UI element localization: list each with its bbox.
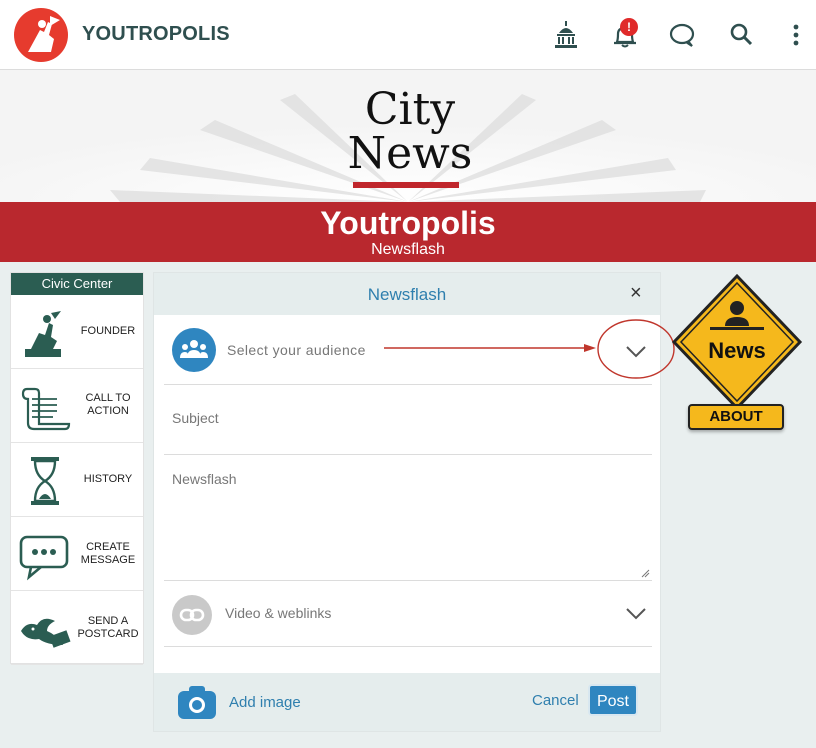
city-news-underline	[353, 182, 459, 188]
sidebar-item-label: CALL TO ACTION	[85, 392, 131, 417]
more-menu-icon[interactable]	[781, 20, 811, 50]
search-icon[interactable]	[727, 20, 757, 50]
close-icon[interactable]: ×	[630, 282, 642, 305]
link-icon	[172, 595, 212, 635]
newsflash-dialog: Newsflash × Select your audience Subject…	[153, 272, 661, 732]
subject-placeholder: Subject	[172, 410, 219, 426]
newsflash-placeholder: Newsflash	[172, 471, 237, 487]
sidebar-item-label: CREATE MESSAGE	[80, 541, 136, 566]
video-weblinks-label: Video & weblinks	[225, 605, 332, 621]
post-button[interactable]: Post	[588, 684, 638, 716]
sidebar-item-label: SEND A POSTCARD	[77, 615, 139, 640]
hourglass-icon	[17, 453, 73, 509]
sidebar-item-history[interactable]: HISTORY	[11, 443, 143, 517]
sidebar-item-label: HISTORY	[83, 473, 133, 485]
sidebar-item-create-message[interactable]: CREATE MESSAGE	[11, 517, 143, 591]
add-image-button[interactable]: Add image	[229, 694, 301, 711]
city-hall-icon[interactable]	[551, 20, 581, 50]
chat-icon[interactable]	[667, 20, 697, 50]
chat-bubble-icon	[17, 527, 73, 583]
camera-icon[interactable]	[176, 684, 218, 720]
resize-handle-icon[interactable]	[640, 568, 650, 578]
sidebar-item-label: FOUNDER	[80, 325, 136, 337]
city-news-line2: News	[347, 128, 473, 179]
chevron-down-icon[interactable]	[625, 607, 647, 621]
logo-icon[interactable]	[14, 8, 68, 62]
cancel-button[interactable]: Cancel	[532, 692, 579, 709]
scroll-icon	[17, 379, 73, 435]
red-title-band: Youtropolis Newsflash	[0, 202, 816, 262]
civic-center-sidebar: Civic Center FOUNDER CALL TO ACTION HISTO…	[10, 272, 144, 665]
chevron-down-icon[interactable]	[625, 345, 647, 359]
dialog-header: Newsflash ×	[154, 273, 660, 315]
subject-field[interactable]: Subject	[164, 385, 652, 455]
brand-name: YOUTROPOLIS	[82, 23, 230, 45]
sidebar-item-call-to-action[interactable]: CALL TO ACTION	[11, 369, 143, 443]
video-weblinks-row[interactable]: Video & weblinks	[164, 581, 652, 647]
about-button[interactable]: ABOUT	[688, 404, 784, 430]
notification-badge: !	[620, 18, 638, 36]
sidebar-header: Civic Center	[11, 273, 143, 295]
bird-postcard-icon	[17, 601, 73, 657]
sidebar-item-founder[interactable]: FOUNDER	[11, 295, 143, 369]
audience-group-icon	[172, 328, 216, 372]
newsflash-textarea[interactable]: Newsflash	[164, 455, 652, 581]
news-sign-label: News	[708, 338, 766, 363]
sidebar-item-send-postcard[interactable]: SEND A POSTCARD	[11, 591, 143, 665]
founder-statue-icon	[17, 305, 73, 361]
dialog-title: Newsflash	[367, 285, 447, 304]
audience-select[interactable]: Select your audience	[164, 315, 652, 385]
top-bar: YOUTROPOLIS !	[0, 0, 816, 70]
city-news-title: City News	[340, 88, 480, 176]
audience-placeholder: Select your audience	[227, 342, 366, 358]
dialog-footer: Add image Cancel Post	[154, 673, 660, 731]
page-title: Youtropolis	[320, 205, 496, 241]
page-subtitle: Newsflash	[371, 241, 445, 258]
